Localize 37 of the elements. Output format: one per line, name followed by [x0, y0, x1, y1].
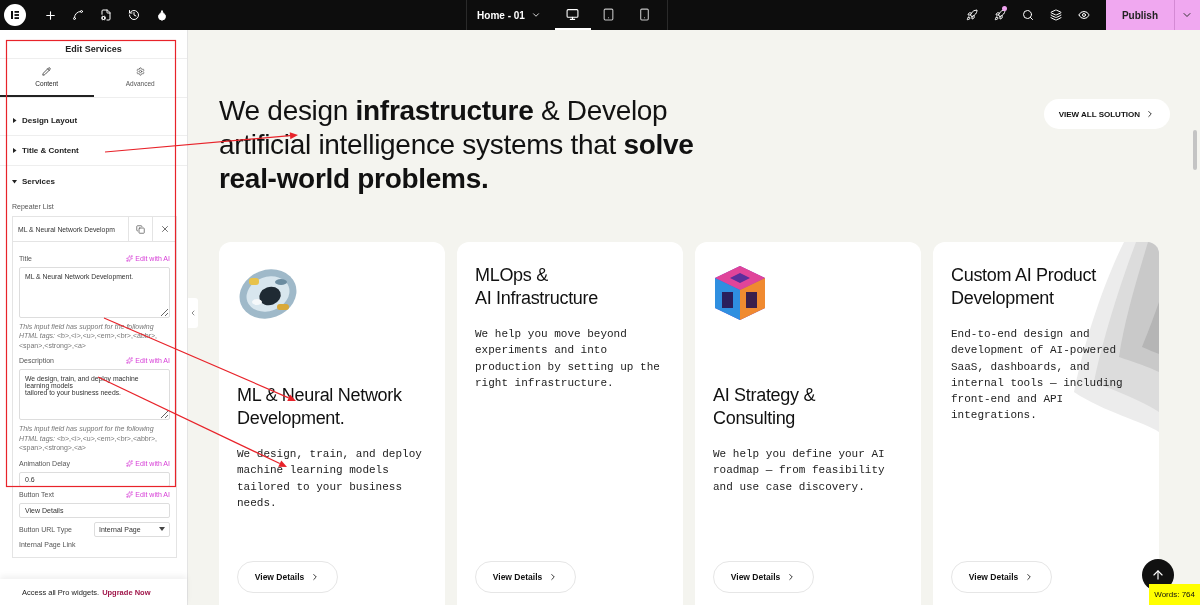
caret-down-icon — [159, 527, 165, 532]
logo-icon[interactable] — [4, 4, 26, 26]
word-count: Words: 764 — [1149, 584, 1200, 605]
sparkle-icon — [126, 459, 134, 467]
panel-title: Edit Services — [0, 30, 187, 59]
sparkle-icon — [126, 357, 134, 365]
arrow-up-icon — [1151, 568, 1165, 582]
card-description: We help you move beyond experiments and into production by setting up the right infrastructure. — [475, 327, 661, 391]
sparkle-icon — [126, 490, 134, 498]
page-selector[interactable]: Home - 01 — [466, 0, 551, 30]
caret-down-icon — [12, 178, 17, 184]
settings-icon — [135, 67, 145, 76]
pencil-icon — [42, 67, 52, 76]
section-header[interactable]: Services — [0, 166, 187, 196]
view-details-button[interactable]: View Details — [951, 561, 1052, 593]
caret-right-icon — [12, 118, 17, 123]
scrollbar[interactable] — [1193, 130, 1197, 170]
chevron-left-icon — [189, 308, 197, 317]
caret-right-icon — [12, 148, 17, 153]
card-title: ML & Neural Network Development. — [237, 384, 403, 430]
view-details-button[interactable]: View Details — [237, 561, 338, 593]
card-title: AI Strategy & Consulting — [713, 384, 817, 430]
chevron-down-icon — [530, 10, 541, 20]
card-description: End-to-end design and development of AI-powered SaaS, dashboards, and internal tools — including front-end and API integrations. — [951, 327, 1124, 424]
section-header[interactable]: Design Layout — [0, 106, 187, 136]
publish-button[interactable]: Publish — [1106, 0, 1174, 30]
card-title: Custom AI Product Development — [951, 264, 1097, 310]
view-details-button[interactable]: View Details — [475, 561, 576, 593]
sparkle-icon — [126, 255, 134, 262]
card-title: MLOps & AI Infrastructure — [475, 264, 599, 310]
view-all-button[interactable]: VIEW ALL SOLUTION — [1043, 99, 1170, 129]
section-header[interactable]: Title & Content — [0, 136, 187, 166]
chevron-right-icon — [1145, 109, 1155, 119]
view-details-button[interactable]: View Details — [713, 561, 814, 593]
hero-heading: We design infrastructure & Develop artificial intelligence systems that solve real-world problems. — [219, 94, 695, 196]
card-description: We help you define your AI roadmap — from feasibility and use case discovery. — [713, 447, 886, 495]
card-description: We design, train, and deploy machine learning models tailored to your business needs. — [237, 447, 423, 511]
